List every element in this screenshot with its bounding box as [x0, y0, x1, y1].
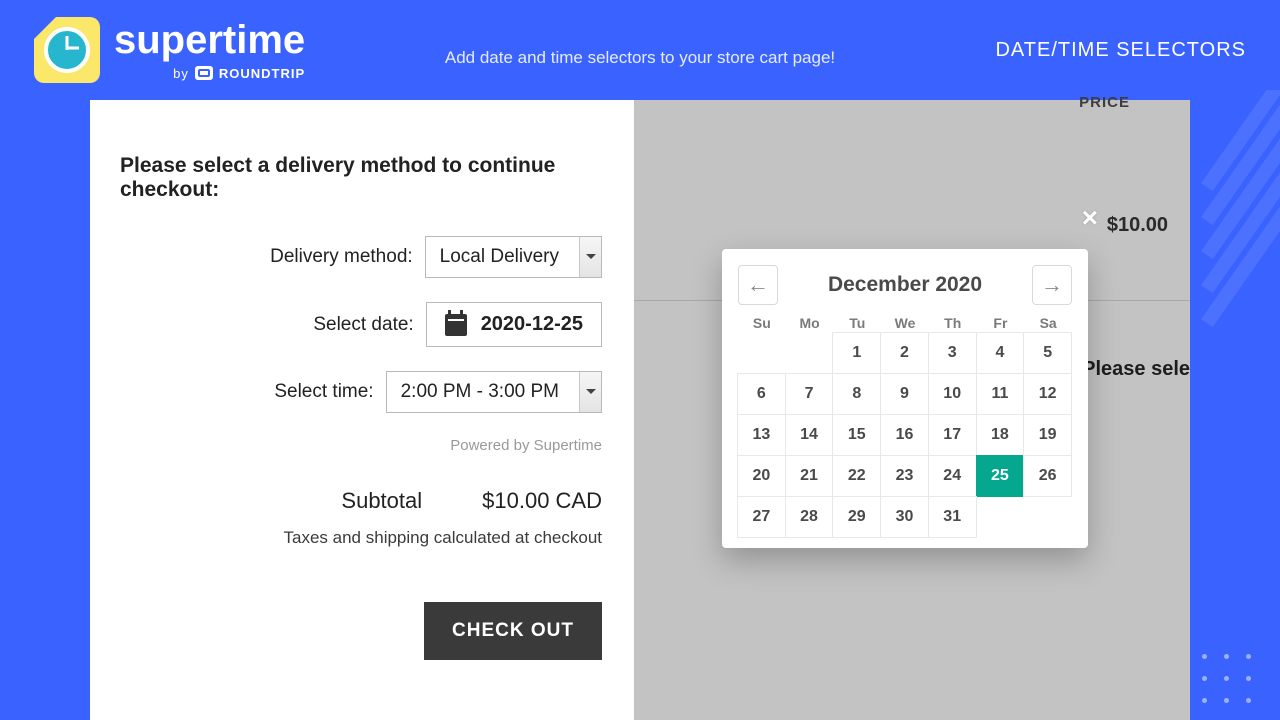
- date-input[interactable]: 2020-12-25: [426, 302, 602, 347]
- select-time-label: Select time:: [274, 381, 373, 403]
- price-header: PRICE: [1079, 94, 1130, 111]
- calendar-day[interactable]: 30: [880, 496, 929, 538]
- prompt-clipped: Please sele: [1082, 358, 1190, 381]
- calendar-dow: We: [881, 315, 929, 331]
- roundtrip-icon: [195, 66, 213, 80]
- calendar-day[interactable]: 7: [785, 373, 834, 415]
- nav-date-time-selectors[interactable]: DATE/TIME SELECTORS: [995, 39, 1246, 62]
- calendar-day[interactable]: 20: [737, 455, 786, 497]
- calendar-day[interactable]: 28: [785, 496, 834, 538]
- chevron-down-icon: [579, 372, 601, 412]
- calendar-day[interactable]: 18: [976, 414, 1025, 456]
- calendar-day[interactable]: 9: [880, 373, 929, 415]
- calendar-day[interactable]: 10: [928, 373, 977, 415]
- chevron-down-icon: [579, 237, 601, 277]
- brand-name: supertime: [114, 20, 305, 60]
- calendar-next-button[interactable]: →: [1032, 265, 1072, 305]
- arrow-left-icon: ←: [747, 272, 769, 298]
- subtotal-value: $10.00 CAD: [482, 488, 602, 514]
- time-select[interactable]: 2:00 PM - 3:00 PM: [386, 371, 602, 413]
- delivery-method-select[interactable]: Local Delivery: [425, 236, 602, 278]
- calendar-day[interactable]: 17: [928, 414, 977, 456]
- close-icon[interactable]: ×: [1082, 202, 1098, 234]
- calendar-day[interactable]: 11: [976, 373, 1025, 415]
- powered-by: Powered by Supertime: [120, 437, 602, 454]
- calendar-day[interactable]: 22: [832, 455, 881, 497]
- calendar-day[interactable]: 15: [832, 414, 881, 456]
- subtotal-label: Subtotal: [341, 488, 422, 514]
- calendar-prev-button[interactable]: ←: [738, 265, 778, 305]
- calendar-day[interactable]: 12: [1023, 373, 1072, 415]
- calendar-day[interactable]: 13: [737, 414, 786, 456]
- line-item-price: $10.00: [1107, 214, 1168, 237]
- arrow-right-icon: →: [1041, 272, 1063, 298]
- calendar-day[interactable]: 31: [928, 496, 977, 538]
- calendar-day[interactable]: 19: [1023, 414, 1072, 456]
- checkout-button[interactable]: CHECK OUT: [424, 602, 602, 660]
- calendar-day[interactable]: 4: [976, 332, 1025, 374]
- clock-icon: [34, 17, 100, 83]
- delivery-method-label: Delivery method:: [270, 246, 413, 268]
- brand-byline: by ROUNDTRIP: [114, 66, 305, 80]
- brand-logo: supertime by ROUNDTRIP: [34, 17, 305, 83]
- select-date-label: Select date:: [313, 314, 413, 336]
- calendar-dow: Sa: [1024, 315, 1072, 331]
- calendar-dow: Fr: [977, 315, 1025, 331]
- calendar-day[interactable]: 24: [928, 455, 977, 497]
- calendar-day[interactable]: 25: [976, 455, 1025, 497]
- calendar-day[interactable]: 5: [1023, 332, 1072, 374]
- calendar-dow: Su: [738, 315, 786, 331]
- calendar-dow: Tu: [833, 315, 881, 331]
- cart-preview-panel: PRICE × $10.00 Please sele ← December 20…: [634, 100, 1190, 720]
- tagline: Add date and time selectors to your stor…: [445, 48, 835, 68]
- tax-note: Taxes and shipping calculated at checkou…: [120, 528, 602, 548]
- calendar-title: December 2020: [828, 273, 982, 297]
- calendar-day[interactable]: 29: [832, 496, 881, 538]
- calendar-day[interactable]: 8: [832, 373, 881, 415]
- calendar-day[interactable]: 26: [1023, 455, 1072, 497]
- calendar-day[interactable]: 23: [880, 455, 929, 497]
- calendar-day[interactable]: 16: [880, 414, 929, 456]
- calendar-day[interactable]: 3: [928, 332, 977, 374]
- calendar-day[interactable]: 6: [737, 373, 786, 415]
- calendar-blank: [785, 332, 834, 374]
- checkout-panel: Please select a delivery method to conti…: [90, 100, 634, 720]
- calendar-day[interactable]: 14: [785, 414, 834, 456]
- date-picker: ← December 2020 → SuMoTuWeThFrSa 1234567…: [722, 249, 1088, 548]
- calendar-icon: [445, 314, 467, 336]
- checkout-title: Please select a delivery method to conti…: [120, 154, 602, 202]
- calendar-dow: Mo: [786, 315, 834, 331]
- calendar-day[interactable]: 2: [880, 332, 929, 374]
- calendar-dow: Th: [929, 315, 977, 331]
- calendar-day[interactable]: 27: [737, 496, 786, 538]
- calendar-blank: [737, 332, 786, 374]
- calendar-day[interactable]: 21: [785, 455, 834, 497]
- calendar-day[interactable]: 1: [832, 332, 881, 374]
